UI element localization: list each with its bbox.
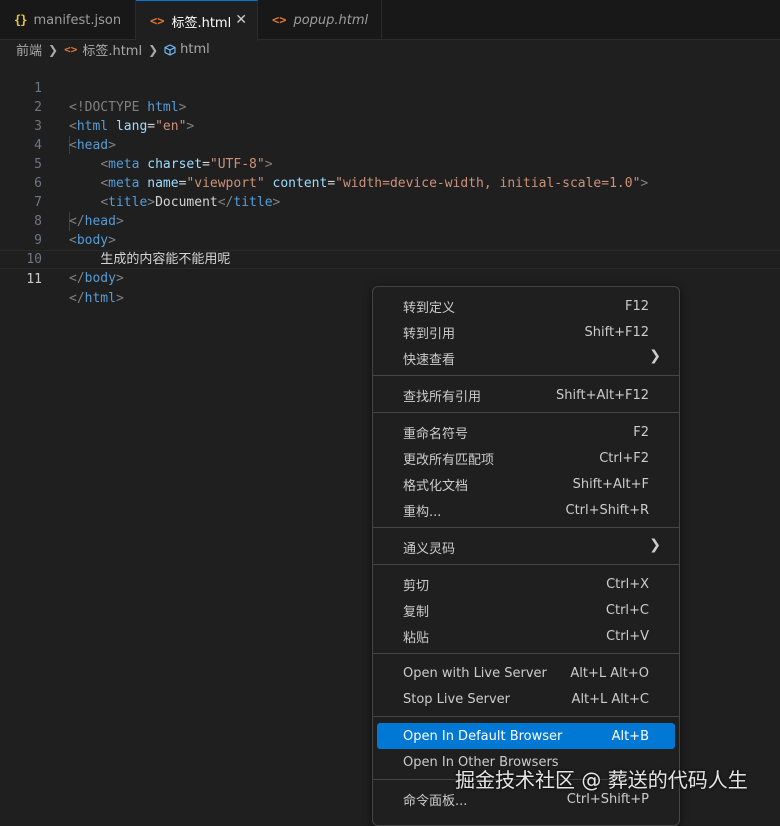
code-line[interactable]: 6 <title>Document</title> (0, 155, 780, 210)
code-line[interactable]: 8 <body> (0, 193, 780, 248)
json-icon: {} (14, 13, 27, 27)
symbol-cube-icon (164, 43, 176, 56)
chevron-right-icon: ❯ (148, 42, 159, 57)
menu-item-shortcut: Shift+Alt+F (572, 476, 649, 492)
watermark: 掘金技术社区 @ 葬送的代码人生 (455, 768, 748, 792)
html-icon: <> (150, 14, 165, 28)
menu-item-shortcut: Alt+L Alt+O (570, 665, 649, 681)
menu-item-paste[interactable]: 粘贴 Ctrl+V (377, 623, 675, 649)
menu-item-label: 转到定义 (403, 300, 456, 316)
menu-item-find-all-references[interactable]: 查找所有引用 Shift+Alt+F12 (377, 382, 675, 408)
menu-item-open-in-default-browser[interactable]: Open In Default Browser Alt+B (377, 723, 675, 749)
menu-item-label: 格式化文档 (403, 478, 469, 494)
menu-separator (373, 412, 679, 413)
menu-item-label: 重构... (403, 504, 442, 520)
html-icon: <> (272, 13, 287, 27)
menu-item-shortcut: Alt+B (611, 728, 649, 744)
chevron-right-icon: ❯ (48, 42, 59, 57)
menu-item-rename-symbol[interactable]: 重命名符号 F2 (377, 419, 675, 445)
close-icon[interactable]: ✕ (235, 12, 247, 28)
code-line[interactable]: 7 </head> (0, 174, 780, 229)
menu-item-go-to-definition[interactable]: 转到定义 F12 (377, 293, 675, 319)
tab-popup-html[interactable]: <> popup.html (258, 0, 382, 40)
chevron-right-icon: ❯ (649, 348, 661, 364)
menu-separator (373, 564, 679, 565)
menu-item-label: 快速查看 (403, 352, 456, 368)
code-line[interactable]: 2 <html lang="en"> (0, 79, 780, 134)
code-line[interactable]: 5 <meta name="viewport" content="width=d… (0, 136, 780, 191)
menu-item-tongyi-lingma[interactable]: 通义灵码 ❯ (377, 534, 675, 560)
menu-item-peek[interactable]: 快速查看 ❯ (377, 345, 675, 371)
menu-item-shortcut: Shift+Alt+F12 (556, 387, 649, 403)
tab-biaoqian-html[interactable]: <> 标签.html ✕ (136, 0, 258, 41)
menu-separator (373, 375, 679, 376)
menu-item-shortcut: Ctrl+C (605, 602, 649, 618)
menu-item-shortcut: Ctrl+X (606, 576, 649, 592)
tab-label: popup.html (293, 12, 369, 28)
code-line[interactable]: 9 生成的内容能不能用呢 (0, 212, 780, 267)
menu-item-label: Open In Default Browser (403, 728, 563, 744)
breadcrumb-folder[interactable]: 前端 (16, 40, 42, 59)
menu-item-shortcut: F2 (633, 424, 649, 440)
menu-separator (373, 716, 679, 717)
menu-item-copy[interactable]: 复制 Ctrl+C (377, 597, 675, 623)
menu-item-format-document[interactable]: 格式化文档 Shift+Alt+F (377, 471, 675, 497)
menu-item-label: 粘贴 (403, 630, 430, 646)
code-line-current[interactable]: 11 </html> (0, 250, 780, 306)
menu-item-label: 查找所有引用 (403, 389, 482, 405)
html-icon: <> (64, 43, 78, 56)
menu-separator (373, 527, 679, 528)
menu-separator (373, 653, 679, 654)
breadcrumb: 前端 ❯ <> 标签.html ❯ html (16, 40, 776, 59)
line-number: 11 (26, 272, 42, 287)
menu-item-label: 通义灵码 (403, 541, 456, 557)
menu-item-shortcut: Ctrl+V (606, 628, 649, 644)
menu-item-shortcut: Shift+F12 (584, 324, 649, 340)
menu-item-shortcut: Ctrl+Shift+P (566, 791, 649, 807)
code-line[interactable]: 10 </body> (0, 231, 780, 286)
code-line[interactable]: 4 <meta charset="UTF-8"> (0, 117, 780, 172)
context-menu: 转到定义 F12 转到引用 Shift+F12 快速查看 ❯ 查找所有引用 Sh… (372, 286, 680, 826)
menu-item-label: 更改所有匹配项 (403, 452, 495, 468)
menu-item-label: 重命名符号 (403, 426, 469, 442)
menu-item-refactor[interactable]: 重构... Ctrl+Shift+R (377, 497, 675, 523)
menu-item-open-with-live-server[interactable]: Open with Live Server Alt+L Alt+O (377, 660, 675, 686)
menu-item-shortcut: Alt+L Alt+C (571, 691, 649, 707)
menu-item-cut[interactable]: 剪切 Ctrl+X (377, 571, 675, 597)
chevron-right-icon: ❯ (649, 537, 661, 553)
tab-label: manifest.json (33, 12, 122, 28)
menu-item-label: 剪切 (403, 578, 430, 594)
menu-item-shortcut: F12 (624, 298, 649, 314)
menu-item-shortcut: Ctrl+Shift+R (565, 502, 650, 518)
code-token: html (84, 291, 116, 306)
breadcrumb-symbol[interactable]: html (180, 42, 210, 57)
menu-item-label: 转到引用 (403, 326, 456, 342)
menu-item-label: Open with Live Server (403, 665, 547, 681)
tab-manifest-json[interactable]: {} manifest.json (0, 0, 136, 40)
menu-item-go-to-references[interactable]: 转到引用 Shift+F12 (377, 319, 675, 345)
menu-item-stop-live-server[interactable]: Stop Live Server Alt+L Alt+C (377, 686, 675, 712)
tab-label: 标签.html (171, 15, 232, 31)
menu-item-label: Stop Live Server (403, 691, 510, 707)
editor-tab-bar: {} manifest.json <> 标签.html ✕ <> popup.h… (0, 0, 780, 41)
code-line[interactable]: 3 <head> (0, 98, 780, 153)
menu-item-shortcut: Ctrl+F2 (599, 450, 649, 466)
menu-item-change-all-occurrences[interactable]: 更改所有匹配项 Ctrl+F2 (377, 445, 675, 471)
code-token: body (84, 271, 116, 286)
breadcrumb-file[interactable]: 标签.html (82, 40, 142, 59)
menu-item-label: 复制 (403, 604, 430, 620)
code-line[interactable]: 1 <!DOCTYPE html> (0, 60, 780, 115)
